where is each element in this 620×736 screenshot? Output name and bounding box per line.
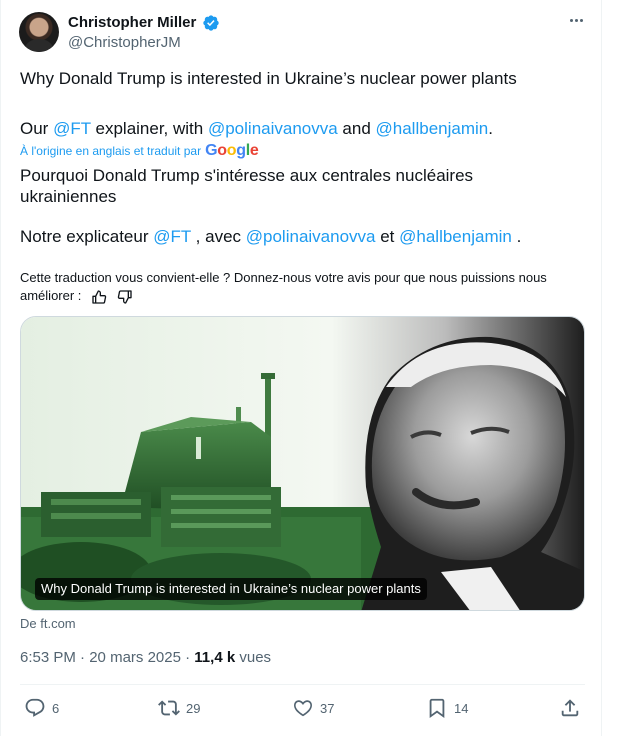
tweet-text-title: Why Donald Trump is interested in Ukrain… — [20, 69, 517, 88]
tweet-meta: 6:53 PM · 20 mars 2025 · 11,4 k vues — [20, 649, 271, 666]
views-count: 11,4 k — [194, 649, 236, 666]
thumbs-down-icon[interactable] — [117, 289, 133, 305]
repost-count: 29 — [186, 700, 201, 716]
mention-ft-translated[interactable]: @FT — [153, 227, 191, 246]
tweet-time[interactable]: 6:53 PM — [20, 649, 76, 666]
mention-polinaivanovva[interactable]: @polinaivanovva — [208, 119, 338, 138]
tweet-text-fragment: explainer, with — [90, 119, 208, 138]
author-handle[interactable]: @ChristopherJM — [68, 34, 181, 51]
translated-text-1: Pourquoi Donald Trump s'intéresse aux ce… — [20, 166, 474, 206]
translated-text-2: Notre explicateur @FT , avec @polinaivan… — [20, 226, 521, 248]
reply-count: 6 — [52, 700, 60, 716]
translated-fragment: et — [375, 227, 400, 246]
repost-icon — [158, 700, 180, 716]
reply-icon — [25, 698, 45, 717]
bookmark-button[interactable]: 14 — [426, 696, 468, 720]
more-options-icon[interactable] — [566, 10, 586, 30]
link-preview-card[interactable]: Why Donald Trump is interested in Ukrain… — [20, 316, 585, 611]
translation-label: À l'origine en anglais et traduit par — [20, 144, 202, 158]
mention-ft[interactable]: @FT — [53, 119, 91, 138]
share-icon — [561, 699, 579, 717]
tweet-text-fragment: Our — [20, 119, 54, 138]
meta-separator: · — [180, 649, 195, 666]
frame-border-left — [0, 0, 1, 736]
views-label: vues — [235, 649, 272, 666]
like-button[interactable]: 37 — [292, 696, 334, 720]
author-name[interactable]: Christopher Miller — [68, 14, 196, 31]
tweet-text-line2: Our @FT explainer, with @polinaivanovva … — [20, 118, 493, 140]
mention-hallbenjamin[interactable]: @hallbenjamin — [376, 119, 489, 138]
bookmark-count: 14 — [454, 700, 469, 716]
translated-fragment: , avec — [190, 227, 246, 246]
google-logo: Google — [205, 142, 259, 159]
card-source[interactable]: De ft.com — [20, 616, 76, 631]
translated-fragment: . — [511, 227, 522, 246]
translation-feedback: Cette traduction vous convient-elle ? Do… — [20, 269, 580, 305]
card-image — [21, 317, 584, 610]
meta-separator: · — [75, 649, 90, 666]
thumbs-up-icon[interactable] — [91, 289, 107, 305]
frame-border-right — [601, 0, 602, 736]
verified-badge-icon — [203, 15, 219, 31]
mention-polinaivanovva-translated[interactable]: @polinaivanovva — [246, 227, 376, 246]
like-count: 37 — [320, 700, 335, 716]
reply-button[interactable]: 6 — [24, 696, 59, 720]
tweet-text-fragment: and — [337, 119, 376, 138]
heart-icon — [294, 700, 312, 717]
repost-button[interactable]: 29 — [158, 696, 200, 720]
divider — [20, 684, 585, 685]
translated-fragment: Notre explicateur — [20, 227, 154, 246]
bookmark-icon — [429, 698, 445, 719]
share-button[interactable] — [559, 696, 581, 720]
card-caption: Why Donald Trump is interested in Ukrain… — [35, 578, 427, 600]
avatar[interactable] — [19, 12, 59, 52]
mention-hallbenjamin-translated[interactable]: @hallbenjamin — [399, 227, 512, 246]
tweet-date[interactable]: 20 mars 2025 — [89, 649, 181, 666]
tweet-text-fragment: . — [488, 119, 493, 138]
translation-attribution[interactable]: À l'origine en anglais et traduit par Go… — [20, 142, 259, 160]
